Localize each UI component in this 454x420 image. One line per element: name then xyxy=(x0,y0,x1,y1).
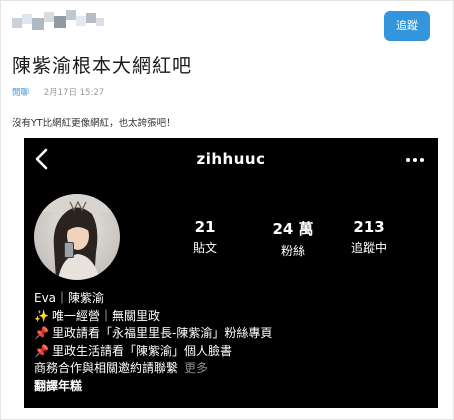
ig-stat-label: 粉絲 xyxy=(280,244,305,258)
more-dots-icon xyxy=(406,158,424,164)
ig-bio-line: 商務合作與相關邀約請聯繫 更多 xyxy=(34,360,272,378)
ig-stat-value: 21 xyxy=(194,218,216,236)
board-link[interactable]: 閒聊 xyxy=(12,88,29,98)
pushpin-icon: 📌 xyxy=(34,326,49,340)
post-meta: 閒聊 2月17日 15:27 xyxy=(12,86,104,98)
ig-bio-text: 里政請看「永福里里長-陳紫渝」粉絲專頁 xyxy=(52,326,273,340)
sparkles-icon: ✨ xyxy=(34,308,49,323)
ig-stat-value: 213 xyxy=(353,218,385,236)
ig-bio-line: 📌 里政請看「永福里里長-陳紫渝」粉絲專頁 xyxy=(34,325,272,343)
follow-button[interactable]: 追蹤 xyxy=(384,11,430,41)
post-title: 陳紫渝根本大網紅吧 xyxy=(12,55,193,77)
post-timestamp: 2月17日 15:27 xyxy=(43,88,105,98)
ig-translate-link[interactable]: 翻譯年糕 xyxy=(34,378,272,396)
ig-bio-text: 商務合作與相關邀約請聯繫 xyxy=(34,361,179,375)
ig-stat-followers[interactable]: 24 萬 粉絲 xyxy=(258,218,328,259)
instagram-profile-screenshot: zihhuuc 21 貼文 24 萬 粉絲 213 追蹤中 Eva｜陳紫渝 ✨ … xyxy=(24,138,438,408)
ig-stat-label: 貼文 xyxy=(192,241,217,255)
ig-bio: Eva｜陳紫渝 ✨ 唯一經營｜無關里政 📌 里政請看「永福里里長-陳紫渝」粉絲專頁 … xyxy=(34,290,272,395)
ig-username: zihhuuc xyxy=(196,150,266,168)
ig-bio-text: 唯一經營｜無關里政 xyxy=(52,308,161,323)
author-name-censored xyxy=(12,10,106,34)
ig-bio-name: Eva｜陳紫渝 xyxy=(34,291,105,305)
ig-bio-line: 📌 里政生活請看「陳紫渝」個人臉書 xyxy=(34,343,272,361)
ig-bio-more-link[interactable]: 更多 xyxy=(184,361,208,375)
ig-stat-following[interactable]: 213 追蹤中 xyxy=(334,218,404,256)
ig-stat-label: 追蹤中 xyxy=(350,241,387,255)
post-header: 追蹤 xyxy=(12,10,440,41)
ig-stat-value: 24 萬 xyxy=(272,220,314,238)
pushpin-icon: 📌 xyxy=(34,343,49,358)
ig-bio-line: ✨ 唯一經營｜無關里政 xyxy=(34,308,272,326)
ig-bio-text: 里政生活請看「陳紫渝」個人臉書 xyxy=(52,343,233,358)
profile-avatar xyxy=(34,194,120,280)
ig-stat-posts[interactable]: 21 貼文 xyxy=(170,218,240,256)
post-body-text: 沒有YT比網紅更像網紅，也太誇張吧！ xyxy=(12,118,176,129)
